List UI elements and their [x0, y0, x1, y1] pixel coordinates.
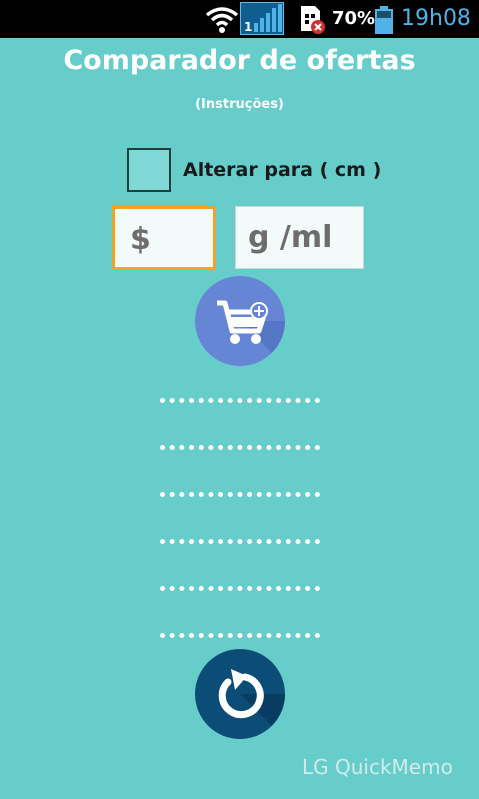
unit-toggle-checkbox[interactable]: [127, 148, 171, 192]
page-title: Comparador de ofertas: [63, 45, 416, 76]
quantity-input-placeholder: g /ml: [248, 220, 333, 255]
status-bar: 1 70% 19h08: [0, 0, 479, 38]
result-row: [160, 440, 320, 450]
result-row: [160, 487, 320, 497]
sim-slot-number: 1: [244, 20, 252, 34]
refresh-icon: [218, 669, 285, 739]
unit-toggle-label[interactable]: Alterar para ( cm ): [183, 159, 381, 181]
battery-icon: [375, 6, 393, 34]
clock: 19h08: [401, 6, 471, 31]
result-row: [160, 534, 320, 544]
reset-button[interactable]: [195, 649, 285, 739]
result-row: [160, 393, 320, 403]
wifi-icon: [205, 7, 239, 33]
sim-error-icon: [301, 6, 325, 34]
instructions-link[interactable]: (Instruções): [0, 97, 479, 112]
add-offer-button[interactable]: [195, 276, 285, 366]
price-input-placeholder: $: [130, 222, 151, 257]
price-input[interactable]: $: [112, 206, 216, 270]
result-row: [160, 581, 320, 591]
cart-add-icon: [217, 300, 285, 366]
battery-percent: 70%: [332, 8, 376, 29]
quantity-input[interactable]: g /ml: [235, 206, 364, 269]
signal-icon: 1: [240, 2, 284, 35]
watermark: LG QuickMemo: [302, 755, 453, 779]
result-row: [160, 628, 320, 638]
